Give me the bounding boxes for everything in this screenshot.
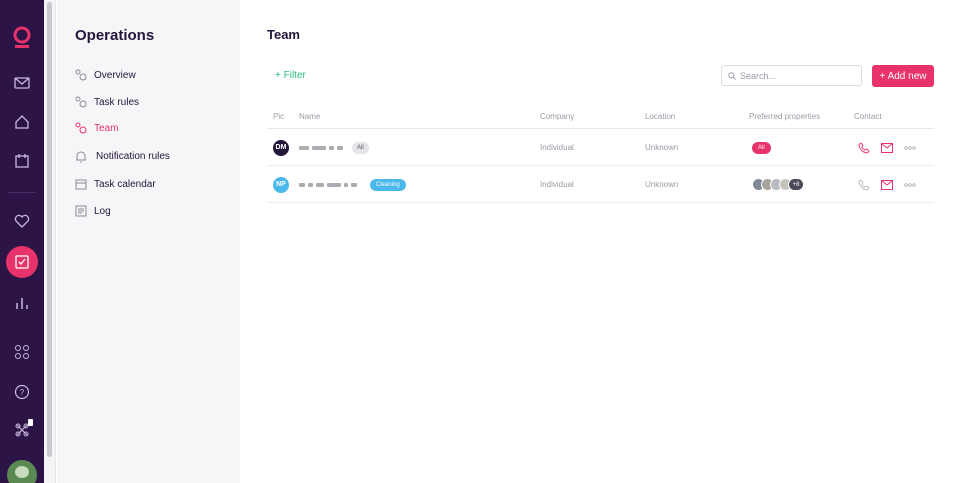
column-header-pic: Pic bbox=[273, 112, 285, 121]
calendar-icon[interactable] bbox=[0, 145, 44, 177]
sidebar-item-label: Team bbox=[94, 122, 119, 134]
search-input[interactable] bbox=[740, 70, 850, 81]
svg-text:?: ? bbox=[20, 388, 25, 397]
location-cell: Unknown bbox=[645, 180, 679, 189]
sidebar-item-log[interactable]: Log bbox=[74, 201, 111, 221]
more-properties-badge[interactable]: +8 bbox=[788, 178, 804, 191]
sidebar-title: Operations bbox=[75, 27, 155, 44]
redacted-name bbox=[316, 182, 324, 187]
column-header-preferred-properties: Preferred properties bbox=[749, 112, 821, 121]
sidebar-item-label: Log bbox=[94, 205, 111, 217]
table-row[interactable]: NP Cleaning Individual Unknown +8 bbox=[267, 166, 934, 203]
redacted-name bbox=[299, 182, 305, 187]
redacted-name bbox=[329, 145, 334, 150]
redacted-name bbox=[327, 182, 341, 187]
more-icon[interactable] bbox=[901, 139, 919, 157]
column-header-company[interactable]: Company bbox=[540, 112, 574, 121]
sidebar-item-overview[interactable]: Overview bbox=[74, 65, 136, 85]
apps-icon[interactable] bbox=[0, 336, 44, 368]
bell-icon bbox=[74, 149, 88, 163]
sidebar-item-task-calendar[interactable]: Task calendar bbox=[74, 174, 156, 194]
column-header-name[interactable]: Name bbox=[299, 112, 320, 121]
location-cell: Unknown bbox=[645, 143, 679, 152]
app-rail: ? bbox=[0, 0, 44, 483]
redacted-name bbox=[308, 182, 313, 187]
operations-sidebar: Operations Overview Task rules Team Noti… bbox=[57, 0, 240, 483]
redacted-name bbox=[351, 182, 357, 187]
mail-icon[interactable] bbox=[0, 67, 44, 99]
sidebar-item-task-rules[interactable]: Task rules bbox=[74, 92, 139, 112]
log-icon bbox=[74, 204, 88, 218]
phone-icon[interactable] bbox=[855, 176, 873, 194]
integrations-icon[interactable] bbox=[0, 414, 44, 446]
sidebar-item-notification-rules[interactable]: Notification rules bbox=[74, 146, 170, 166]
main-content: Team + Filter + Add new Pic Name Company… bbox=[240, 0, 960, 483]
add-new-button[interactable]: + Add new bbox=[872, 65, 934, 87]
more-icon[interactable] bbox=[901, 176, 919, 194]
logo-icon[interactable] bbox=[0, 22, 44, 54]
name-cell[interactable]: All bbox=[299, 129, 369, 166]
notification-dot bbox=[28, 419, 33, 426]
phone-icon[interactable] bbox=[855, 139, 873, 157]
search-field[interactable] bbox=[721, 65, 862, 86]
status-badge: All bbox=[352, 141, 369, 154]
people-icon bbox=[74, 68, 88, 82]
column-header-location[interactable]: Location bbox=[645, 112, 675, 121]
avatar: DM bbox=[273, 139, 289, 156]
name-cell[interactable]: Cleaning bbox=[299, 166, 406, 203]
tasks-icon[interactable] bbox=[0, 246, 44, 278]
contact-cell bbox=[855, 166, 924, 203]
sidebar-item-team[interactable]: Team bbox=[74, 118, 118, 138]
preferred-properties-badge[interactable]: All bbox=[752, 141, 771, 154]
redacted-name bbox=[312, 145, 326, 150]
redacted-name bbox=[299, 145, 309, 150]
scrollbar[interactable] bbox=[44, 0, 56, 483]
page-title: Team bbox=[267, 27, 300, 42]
sidebar-item-label: Notification rules bbox=[96, 150, 170, 162]
avatar: NP bbox=[273, 176, 289, 193]
home-icon[interactable] bbox=[0, 106, 44, 138]
sidebar-item-label: Task rules bbox=[94, 96, 140, 108]
column-header-contact: Contact bbox=[854, 112, 882, 121]
help-icon[interactable]: ? bbox=[0, 376, 44, 408]
sidebar-item-label: Task calendar bbox=[94, 178, 156, 190]
redacted-name bbox=[337, 145, 343, 150]
analytics-icon[interactable] bbox=[0, 287, 44, 319]
sidebar-item-label: Overview bbox=[94, 69, 136, 81]
avatar[interactable] bbox=[7, 460, 37, 483]
company-cell: Individual bbox=[540, 143, 574, 152]
mail-icon[interactable] bbox=[878, 139, 896, 157]
table-row[interactable]: DM All Individual Unknown All bbox=[267, 129, 934, 166]
people-icon bbox=[74, 95, 88, 109]
property-thumbnails[interactable]: +8 bbox=[752, 178, 804, 191]
search-icon bbox=[728, 67, 736, 85]
mail-icon[interactable] bbox=[878, 176, 896, 194]
table-header: Pic Name Company Location Preferred prop… bbox=[267, 108, 934, 129]
company-cell: Individual bbox=[540, 180, 574, 189]
status-badge: Cleaning bbox=[370, 178, 406, 191]
heart-icon[interactable] bbox=[0, 205, 44, 237]
scrollbar-thumb[interactable] bbox=[47, 2, 52, 457]
people-icon bbox=[74, 121, 88, 135]
calendar-icon bbox=[74, 177, 88, 191]
contact-cell bbox=[855, 129, 924, 166]
filter-button[interactable]: + Filter bbox=[275, 70, 306, 81]
rail-divider bbox=[8, 192, 36, 193]
redacted-name bbox=[344, 182, 348, 187]
